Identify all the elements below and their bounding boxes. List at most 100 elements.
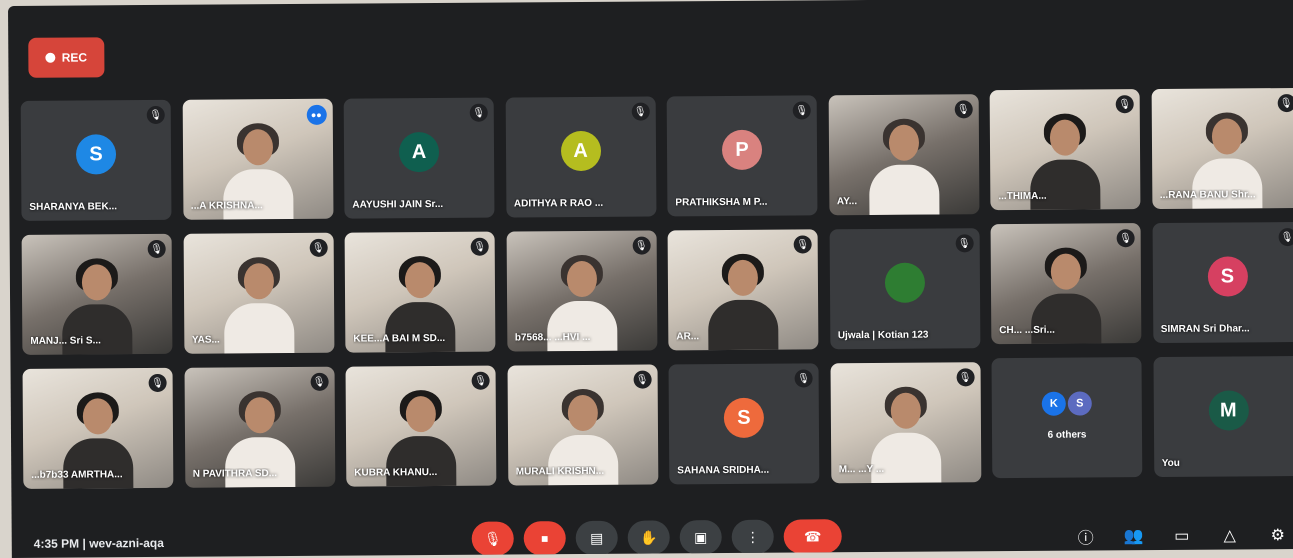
mic-muted-icon: 🎙 [955,234,974,253]
bottom-bar: 4:35 PM | wev-azni-aqa 🎙 ⏹ ▤ ✋ ▣ ⋮ ☎ ⓘ 👥… [12,512,1293,558]
mic-muted-icon: 🎙 [309,238,328,257]
info-icon[interactable]: ⓘ [1073,523,1099,549]
mic-muted-icon: 🎙 [148,373,167,393]
mic-muted-icon: 🎙 [956,368,975,387]
avatar: A [560,130,601,172]
people-icon[interactable]: 👥 [1121,523,1147,549]
participant-tile[interactable]: AY... 🎙 [828,94,979,216]
avatar: P [721,129,763,171]
recording-badge: REC [28,37,105,78]
others-avatars: KS [1041,391,1092,416]
participant-name: Ujwala | Kotian 123 [837,329,929,342]
participant-tile[interactable]: M You [1152,355,1293,478]
participant-tile[interactable]: YAS... 🎙 [183,232,334,354]
mic-muted-icon: 🎙 [1116,229,1135,248]
avatar: K [1041,391,1066,416]
participant-tile[interactable]: Ujwala | Kotian 123 🎙 [829,228,980,350]
end-call-button[interactable]: ☎ [783,519,842,554]
participant-tile[interactable]: M... ...Y ... 🎙 [830,362,981,484]
speaking-icon: ●● [306,104,327,125]
participant-name: KUBRA KHANU... [354,467,438,479]
participant-tile[interactable]: KEE...A BAI M SD... 🎙 [344,231,496,353]
participant-name: ...b7b33 AMRTHA... [31,469,123,481]
avatar: S [1067,391,1092,416]
avatar: M [1208,390,1249,431]
participant-tile[interactable]: MURALI KRISHN... 🎙 [507,364,658,486]
avatar: A [398,131,440,173]
mic-muted-icon: 🎙 [1278,228,1293,247]
meeting-code: wev-azni-aqa [89,535,164,551]
mic-muted-icon: 🎙 [792,101,811,120]
participant-name: SIMRAN Sri Dhar... [1160,323,1250,335]
participant-name: KEE...A BAI M SD... [353,332,446,345]
mic-muted-icon: 🎙 [631,102,650,121]
mic-muted-icon: 🎙 [147,239,166,259]
participant-name: ...A KRISHNA... [190,200,263,212]
participant-grid: S SHARANYA BEK... 🎙 ...A KRISHNA... ●● A AAYUS… [20,87,1293,501]
camera-toggle-button[interactable]: ⏹ [523,521,566,556]
avatar: S [75,134,117,175]
record-dot-icon [45,52,56,63]
participant-tile[interactable]: S SAHANA SRIDHA... 🎙 [668,363,820,485]
participant-name: b7568... ...HVI ... [514,331,591,344]
participant-name: ...RANA BANU Shr... [1159,189,1256,201]
mic-muted-icon: 🎙 [633,370,652,389]
participant-name: MANJ... Sri S... [30,335,101,347]
participant-name: YAS... [191,334,220,346]
participant-tile[interactable]: ...A KRISHNA... ●● [182,98,333,220]
present-button[interactable]: ▣ [679,520,722,555]
captions-icon: ▤ [590,529,604,546]
participant-tile[interactable]: b7568... ...HVI ... 🎙 [506,230,657,352]
mic-muted-icon: 🎙 [1277,94,1293,113]
others-label: 6 others [1047,429,1087,441]
more-options-button[interactable]: ⋮ [731,519,774,554]
participant-name: ...THIMA... [998,190,1047,203]
participant-tile[interactable]: A ADITHYA R RAO ... 🎙 [505,96,656,218]
participant-tile[interactable]: KS 6 others [991,357,1143,479]
participant-tile[interactable]: ...THIMA... 🎙 [989,89,1141,211]
participant-tile[interactable]: ...RANA BANU Shr... 🎙 [1151,87,1293,210]
chat-icon[interactable]: ▭ [1169,523,1195,549]
mic-toggle-button[interactable]: 🎙 [471,521,514,556]
mic-muted-icon: 🎙 [794,369,813,388]
participant-tile[interactable]: S SHARANYA BEK... 🎙 [20,99,172,221]
participant-name: ADITHYA R RAO ... [513,197,604,210]
participant-tile[interactable]: AR... 🎙 [667,229,819,351]
participant-tile[interactable]: MANJ... Sri S... 🎙 [21,233,173,355]
participant-tile[interactable]: P PRATHIKSHA M P... 🎙 [666,95,818,217]
camera-off-icon: ⏹ [541,529,549,546]
participant-tile[interactable]: N PAVITHRA SD... 🎙 [184,366,335,488]
raise-hand-button[interactable]: ✋ [627,520,670,555]
participant-name: You [1161,457,1180,469]
mic-muted-icon: 🎙 [954,100,973,119]
mic-muted-icon: 🎙 [471,371,490,390]
participant-name: MURALI KRISHN... [515,465,605,478]
mic-off-icon: 🎙 [483,530,502,547]
participant-tile[interactable]: CH... ...Sri... 🎙 [990,223,1142,345]
participant-tile[interactable]: ...b7b33 AMRTHA... 🎙 [22,367,174,489]
mic-muted-icon: 🎙 [470,237,489,256]
mic-muted-icon: 🎙 [310,372,329,391]
participant-tile[interactable]: KUBRA KHANU... 🎙 [345,365,497,487]
participant-name: PRATHIKSHA M P... [675,196,768,209]
meet-window: REC S SHARANYA BEK... 🎙 ...A KRISHNA... ●● A A… [8,0,1293,558]
participant-name: SAHANA SRIDHA... [677,464,770,477]
mic-muted-icon: 🎙 [1115,95,1134,114]
avatar [884,262,925,303]
end-call-icon: ☎ [803,527,822,544]
activities-icon[interactable]: △ [1217,522,1243,548]
participant-name: CH... ...Sri... [999,324,1055,337]
clock: 4:35 PM [33,536,80,551]
mic-muted-icon: 🎙 [793,235,812,254]
hand-icon: ✋ [639,528,658,546]
participant-name: M... ...Y ... [838,463,885,476]
recording-label: REC [61,50,88,65]
avatar: S [1207,256,1248,297]
participant-name: AY... [836,196,858,208]
participant-name: SHARANYA BEK... [29,201,118,213]
host-controls-icon[interactable]: ⚙ [1265,522,1291,548]
captions-button[interactable]: ▤ [575,520,618,556]
participant-tile[interactable]: A AAYUSHI JAIN Sr... 🎙 [343,97,495,219]
avatar: S [723,397,765,439]
participant-tile[interactable]: S SIMRAN Sri Dhar... 🎙 [1152,221,1293,344]
